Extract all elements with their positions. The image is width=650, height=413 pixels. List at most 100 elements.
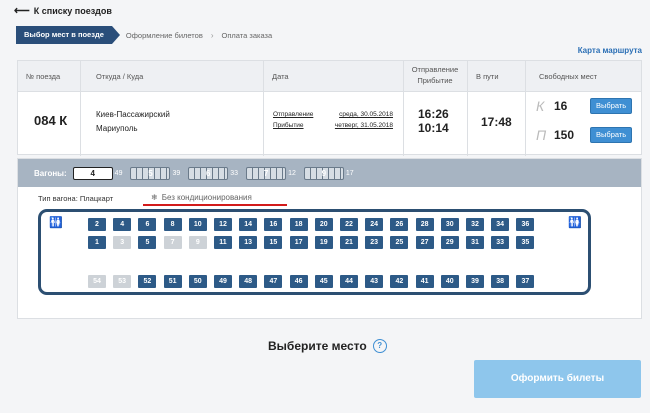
seat-29[interactable]: 29 [440, 236, 459, 249]
free-count: 150 [554, 128, 575, 142]
seat-25[interactable]: 25 [390, 236, 409, 249]
seat-8[interactable]: 8 [163, 218, 182, 231]
seat-48[interactable]: 48 [239, 275, 258, 288]
back-link-label: К списку поездов [33, 5, 112, 16]
seat-14[interactable]: 14 [239, 218, 258, 231]
wagon-free: 39 [172, 169, 181, 177]
seat-42[interactable]: 42 [390, 275, 409, 288]
seat-41[interactable]: 41 [415, 275, 434, 288]
seat-52[interactable]: 52 [138, 275, 157, 288]
seat-31[interactable]: 31 [466, 236, 484, 249]
seat-21[interactable]: 21 [340, 236, 358, 249]
toilet-icon: 🚻 [568, 217, 582, 229]
seat-23[interactable]: 23 [365, 236, 384, 249]
seat-class-row: К 16 Выбрать [536, 98, 633, 114]
seat-46[interactable]: 46 [289, 275, 308, 288]
class-code: П [536, 127, 547, 143]
wagon-tab[interactable]: 9 17 [303, 166, 354, 180]
seat-39[interactable]: 39 [466, 275, 484, 288]
choose-seat-prompt: Выберите место ? [268, 339, 387, 353]
header-from-to: Откуда / Куда [96, 72, 144, 81]
wagon-tab[interactable]: 4 49 [72, 166, 122, 180]
header-date: Дата [272, 72, 289, 81]
back-to-trains-link[interactable]: ⟵ К списку поездов [14, 4, 112, 17]
arrival-date: четверг, 31.05.2018 [334, 122, 393, 129]
wagon-tab[interactable]: 6 33 [188, 166, 239, 180]
select-class-button[interactable]: Выбрать [590, 98, 633, 114]
select-class-button[interactable]: Выбрать [590, 127, 633, 143]
seat-7: 7 [163, 236, 182, 249]
header-train-no: № поезда [26, 72, 61, 81]
wagons-bar: Вагоны: 4 49 5 39 6 33 7 12 9 17 [18, 159, 641, 187]
times: 16:26 10:14 [418, 107, 449, 135]
seat-17[interactable]: 17 [289, 236, 308, 249]
departure-date: среда, 30.05.2018 [339, 111, 393, 118]
red-underline [143, 204, 287, 206]
seat-27[interactable]: 27 [415, 236, 434, 249]
seat-11[interactable]: 11 [214, 236, 232, 249]
departure-time: 16:26 [418, 107, 449, 121]
seat-5[interactable]: 5 [138, 236, 157, 249]
step-ticket-details: Оформление билетов [125, 30, 203, 40]
train-info-table: № поезда Откуда / Куда Дата Отправление … [17, 60, 642, 156]
departure-label: Отправление [273, 111, 314, 118]
departure-date-row: Отправление среда, 30.05.2018 [273, 109, 393, 120]
choose-seat-text: Выберите место [268, 339, 367, 353]
seat-43[interactable]: 43 [365, 275, 384, 288]
seat-10[interactable]: 10 [188, 218, 207, 231]
seat-13[interactable]: 13 [239, 236, 258, 249]
seat-44[interactable]: 44 [340, 275, 358, 288]
route-map-link[interactable]: Карта маршрута [578, 46, 642, 55]
seat-30[interactable]: 30 [440, 218, 459, 231]
seat-9: 9 [188, 236, 207, 249]
seat-34[interactable]: 34 [491, 218, 510, 231]
chevron-right-icon: › [210, 30, 214, 40]
train-number: 084 К [34, 113, 68, 128]
seat-36[interactable]: 36 [516, 218, 535, 231]
order-tickets-button[interactable]: Оформить билеты [474, 360, 641, 398]
header-departure: Отправление [411, 65, 459, 74]
header-dep-arr: Отправление Прибытие [405, 64, 465, 86]
seat-37[interactable]: 37 [516, 275, 535, 288]
seat-12[interactable]: 12 [214, 218, 232, 231]
wagon-panel: Вагоны: 4 49 5 39 6 33 7 12 9 17 Тип ваг… [17, 158, 642, 319]
wagon-tab[interactable]: 5 39 [130, 166, 181, 180]
no-ac-text: Без кондиционирования [161, 193, 252, 202]
seat-50[interactable]: 50 [188, 275, 207, 288]
seat-18[interactable]: 18 [289, 218, 308, 231]
seat-19[interactable]: 19 [314, 236, 333, 249]
arrival-date-row: Прибытие четверг, 31.05.2018 [273, 120, 393, 131]
seat-4[interactable]: 4 [113, 218, 132, 231]
seat-51[interactable]: 51 [163, 275, 182, 288]
seat-40[interactable]: 40 [440, 275, 459, 288]
seat-47[interactable]: 47 [264, 275, 283, 288]
wagon-type: Тип вагона: Плацкарт [38, 194, 114, 203]
seat-33[interactable]: 33 [491, 236, 510, 249]
seat-22[interactable]: 22 [340, 218, 358, 231]
toilet-icon: 🚻 [49, 217, 63, 229]
seat-1[interactable]: 1 [88, 236, 106, 249]
wagon-tab[interactable]: 7 12 [246, 166, 296, 180]
seat-38[interactable]: 38 [491, 275, 510, 288]
seat-6[interactable]: 6 [138, 218, 157, 231]
seat-24[interactable]: 24 [365, 218, 384, 231]
seat-15[interactable]: 15 [264, 236, 283, 249]
table-header: № поезда Откуда / Куда Дата Отправление … [18, 61, 641, 92]
seat-53: 53 [113, 275, 132, 288]
question-icon[interactable]: ? [372, 339, 387, 353]
no-ac-icon: ❄ [151, 193, 158, 202]
seat-49[interactable]: 49 [214, 275, 232, 288]
seat-45[interactable]: 45 [314, 275, 333, 288]
no-ac-label: ❄ Без кондиционирования [151, 193, 252, 202]
seat-35[interactable]: 35 [516, 236, 535, 249]
seat-28[interactable]: 28 [415, 218, 434, 231]
wagon-icon: 4 [72, 166, 113, 180]
wagon-free: 12 [288, 169, 296, 177]
seat-2[interactable]: 2 [88, 218, 106, 231]
seat-26[interactable]: 26 [390, 218, 409, 231]
seat-20[interactable]: 20 [314, 218, 333, 231]
seat-32[interactable]: 32 [466, 218, 484, 231]
seat-3: 3 [113, 236, 132, 249]
wagon-free: 33 [230, 169, 239, 177]
seat-16[interactable]: 16 [264, 218, 283, 231]
